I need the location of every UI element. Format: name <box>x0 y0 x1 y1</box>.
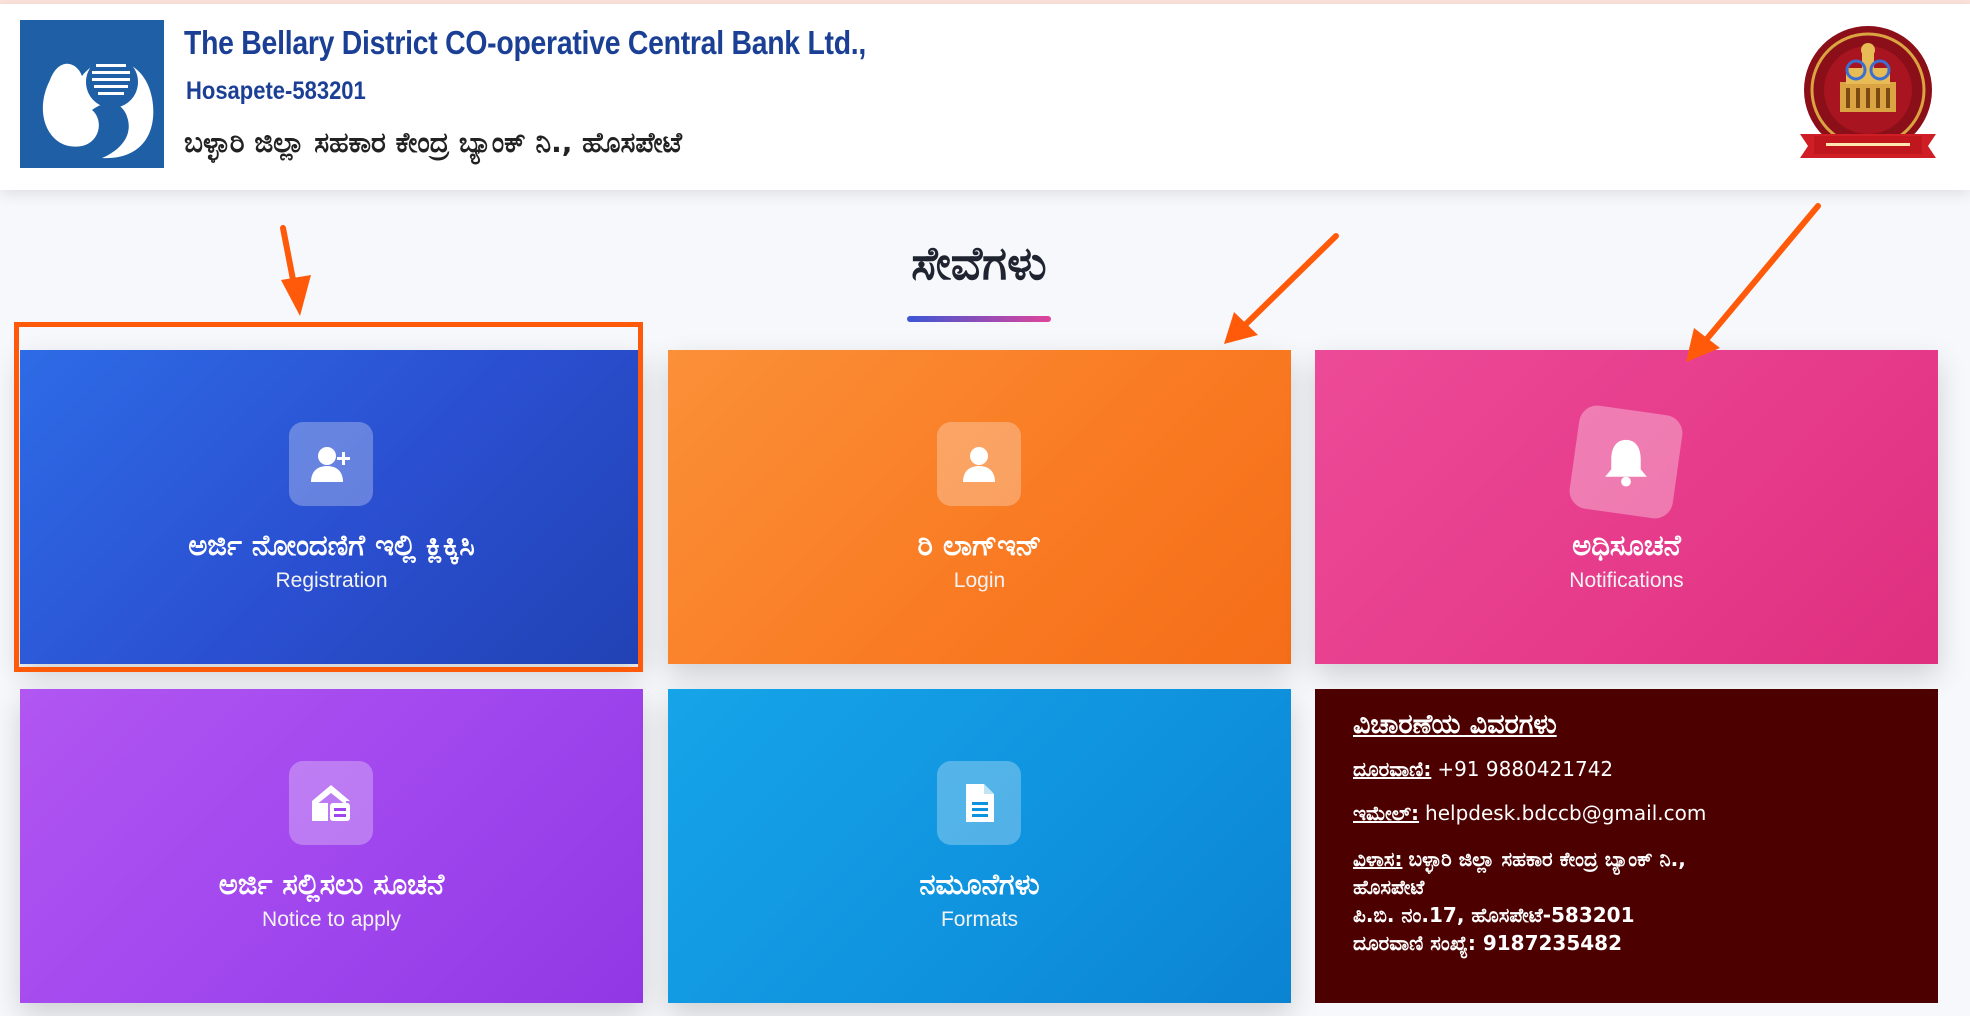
bank-logo-icon <box>20 20 164 168</box>
contact-title: ವಿಚಾರಣೆಯ ವಿವರಗಳು <box>1353 709 1557 740</box>
centenary-emblem <box>1794 20 1942 170</box>
contact-address: ವಿಳಾಸ: ಬಳ್ಳಾರಿ ಜಿಲ್ಲಾ ಸಹಕಾರ ಕೇಂದ್ರ ಬ್ಯಾಂಕ… <box>1353 845 1938 957</box>
address-line-2: ಹೊಸಪೇಟೆ <box>1353 875 1425 899</box>
formats-icon-tile <box>937 761 1021 845</box>
user-plus-icon <box>311 447 350 482</box>
phone-label: ದೂರವಾಣಿ: <box>1353 757 1432 781</box>
notice-label: Notice to apply <box>262 908 401 931</box>
notice-label-kannada: ಅರ್ಜಿ ಸಲ್ಲಿಸಲು ಸೂಚನೆ <box>218 867 445 901</box>
services-heading: ಸೇವೆಗಳು <box>911 236 1047 290</box>
site-header: The Bellary District CO-operative Centra… <box>0 4 1970 190</box>
bank-name: The Bellary District CO-operative Centra… <box>184 24 867 61</box>
login-icon-tile <box>937 422 1021 506</box>
registration-label: Registration <box>275 569 388 592</box>
login-label: Login <box>953 569 1006 592</box>
formats-card[interactable]: ನಮೂನೆಗಳು Formats <box>668 689 1291 1003</box>
address-line-3: ಪಿ.ಬಿ. ನಂ.17, ಹೊಸಪೇಟೆ-583201 <box>1353 903 1635 927</box>
registration-icon-tile <box>289 422 373 506</box>
house-notice-icon <box>312 785 350 821</box>
registration-card[interactable]: ಅರ್ಜಿ ನೋಂದಣಿಗೆ ಇಲ್ಲಿ ಕ್ಲಿಕ್ಕಿಸಿ Registra… <box>20 350 643 664</box>
contact-details-card: ವಿಚಾರಣೆಯ ವಿವರಗಳು ದೂರವಾಣಿ: +91 9880421742 … <box>1315 689 1938 1003</box>
notifications-label-kannada: ಅಧಿಸೂಚನೆ <box>1572 528 1681 562</box>
registration-label-kannada: ಅರ್ಜಿ ನೋಂದಣಿಗೆ ಇಲ್ಲಿ ಕ್ಲಿಕ್ಕಿಸಿ <box>188 528 475 562</box>
formats-label-kannada: ನಮೂನೆಗಳು <box>919 867 1040 901</box>
address-line-1: ಬಳ್ಳಾರಿ ಜಿಲ್ಲಾ ಸಹಕಾರ ಕೇಂದ್ರ ಬ್ಯಾಂಕ್ ನಿ., <box>1408 847 1686 871</box>
centenary-seal-icon <box>1800 26 1936 158</box>
bank-name-kannada: ಬಳ್ಳಾರಿ ಜಿಲ್ಲಾ ಸಹಕಾರ ಕೇಂದ್ರ ಬ್ಯಾಂಕ್ ನಿ.,… <box>184 126 682 159</box>
email-address[interactable]: helpdesk.bdccb@gmail.com <box>1425 801 1706 825</box>
notice-icon-tile <box>289 761 373 845</box>
notifications-card[interactable]: ಅಧಿಸೂಚನೆ Notifications <box>1315 350 1938 664</box>
address-label: ವಿಳಾಸ: <box>1353 847 1403 871</box>
bank-logo[interactable] <box>20 20 164 168</box>
login-card[interactable]: ರಿ ಲಾಗ್ಇನ್ Login <box>668 350 1291 664</box>
notifications-label: Notifications <box>1569 569 1684 592</box>
contact-phone-row: ದೂರವಾಣಿ: +91 9880421742 <box>1353 757 1938 781</box>
login-label-kannada: ರಿ ಲಾಗ್ಇನ್ <box>917 528 1042 562</box>
contact-email-row: ಇಮೇಲ್: helpdesk.bdccb@gmail.com <box>1353 801 1938 825</box>
heading-underline <box>907 316 1051 322</box>
formats-label: Formats <box>940 908 1018 931</box>
document-icon <box>966 784 994 822</box>
notice-to-apply-card[interactable]: ಅರ್ಜಿ ಸಲ್ಲಿಸಲು ಸೂಚನೆ Notice to apply <box>20 689 643 1003</box>
email-label: ಇಮೇಲ್: <box>1353 801 1420 825</box>
arrow-login-head <box>1224 312 1258 344</box>
phone-number[interactable]: +91 9880421742 <box>1437 757 1613 781</box>
user-icon <box>963 447 995 482</box>
bell-icon <box>1605 439 1647 487</box>
address-line-4: ದೂರವಾಣಿ ಸಂಖ್ಯೆ: 9187235482 <box>1353 931 1623 955</box>
bank-location: Hosapete-583201 <box>186 77 366 105</box>
notifications-icon-tile <box>1567 403 1685 521</box>
